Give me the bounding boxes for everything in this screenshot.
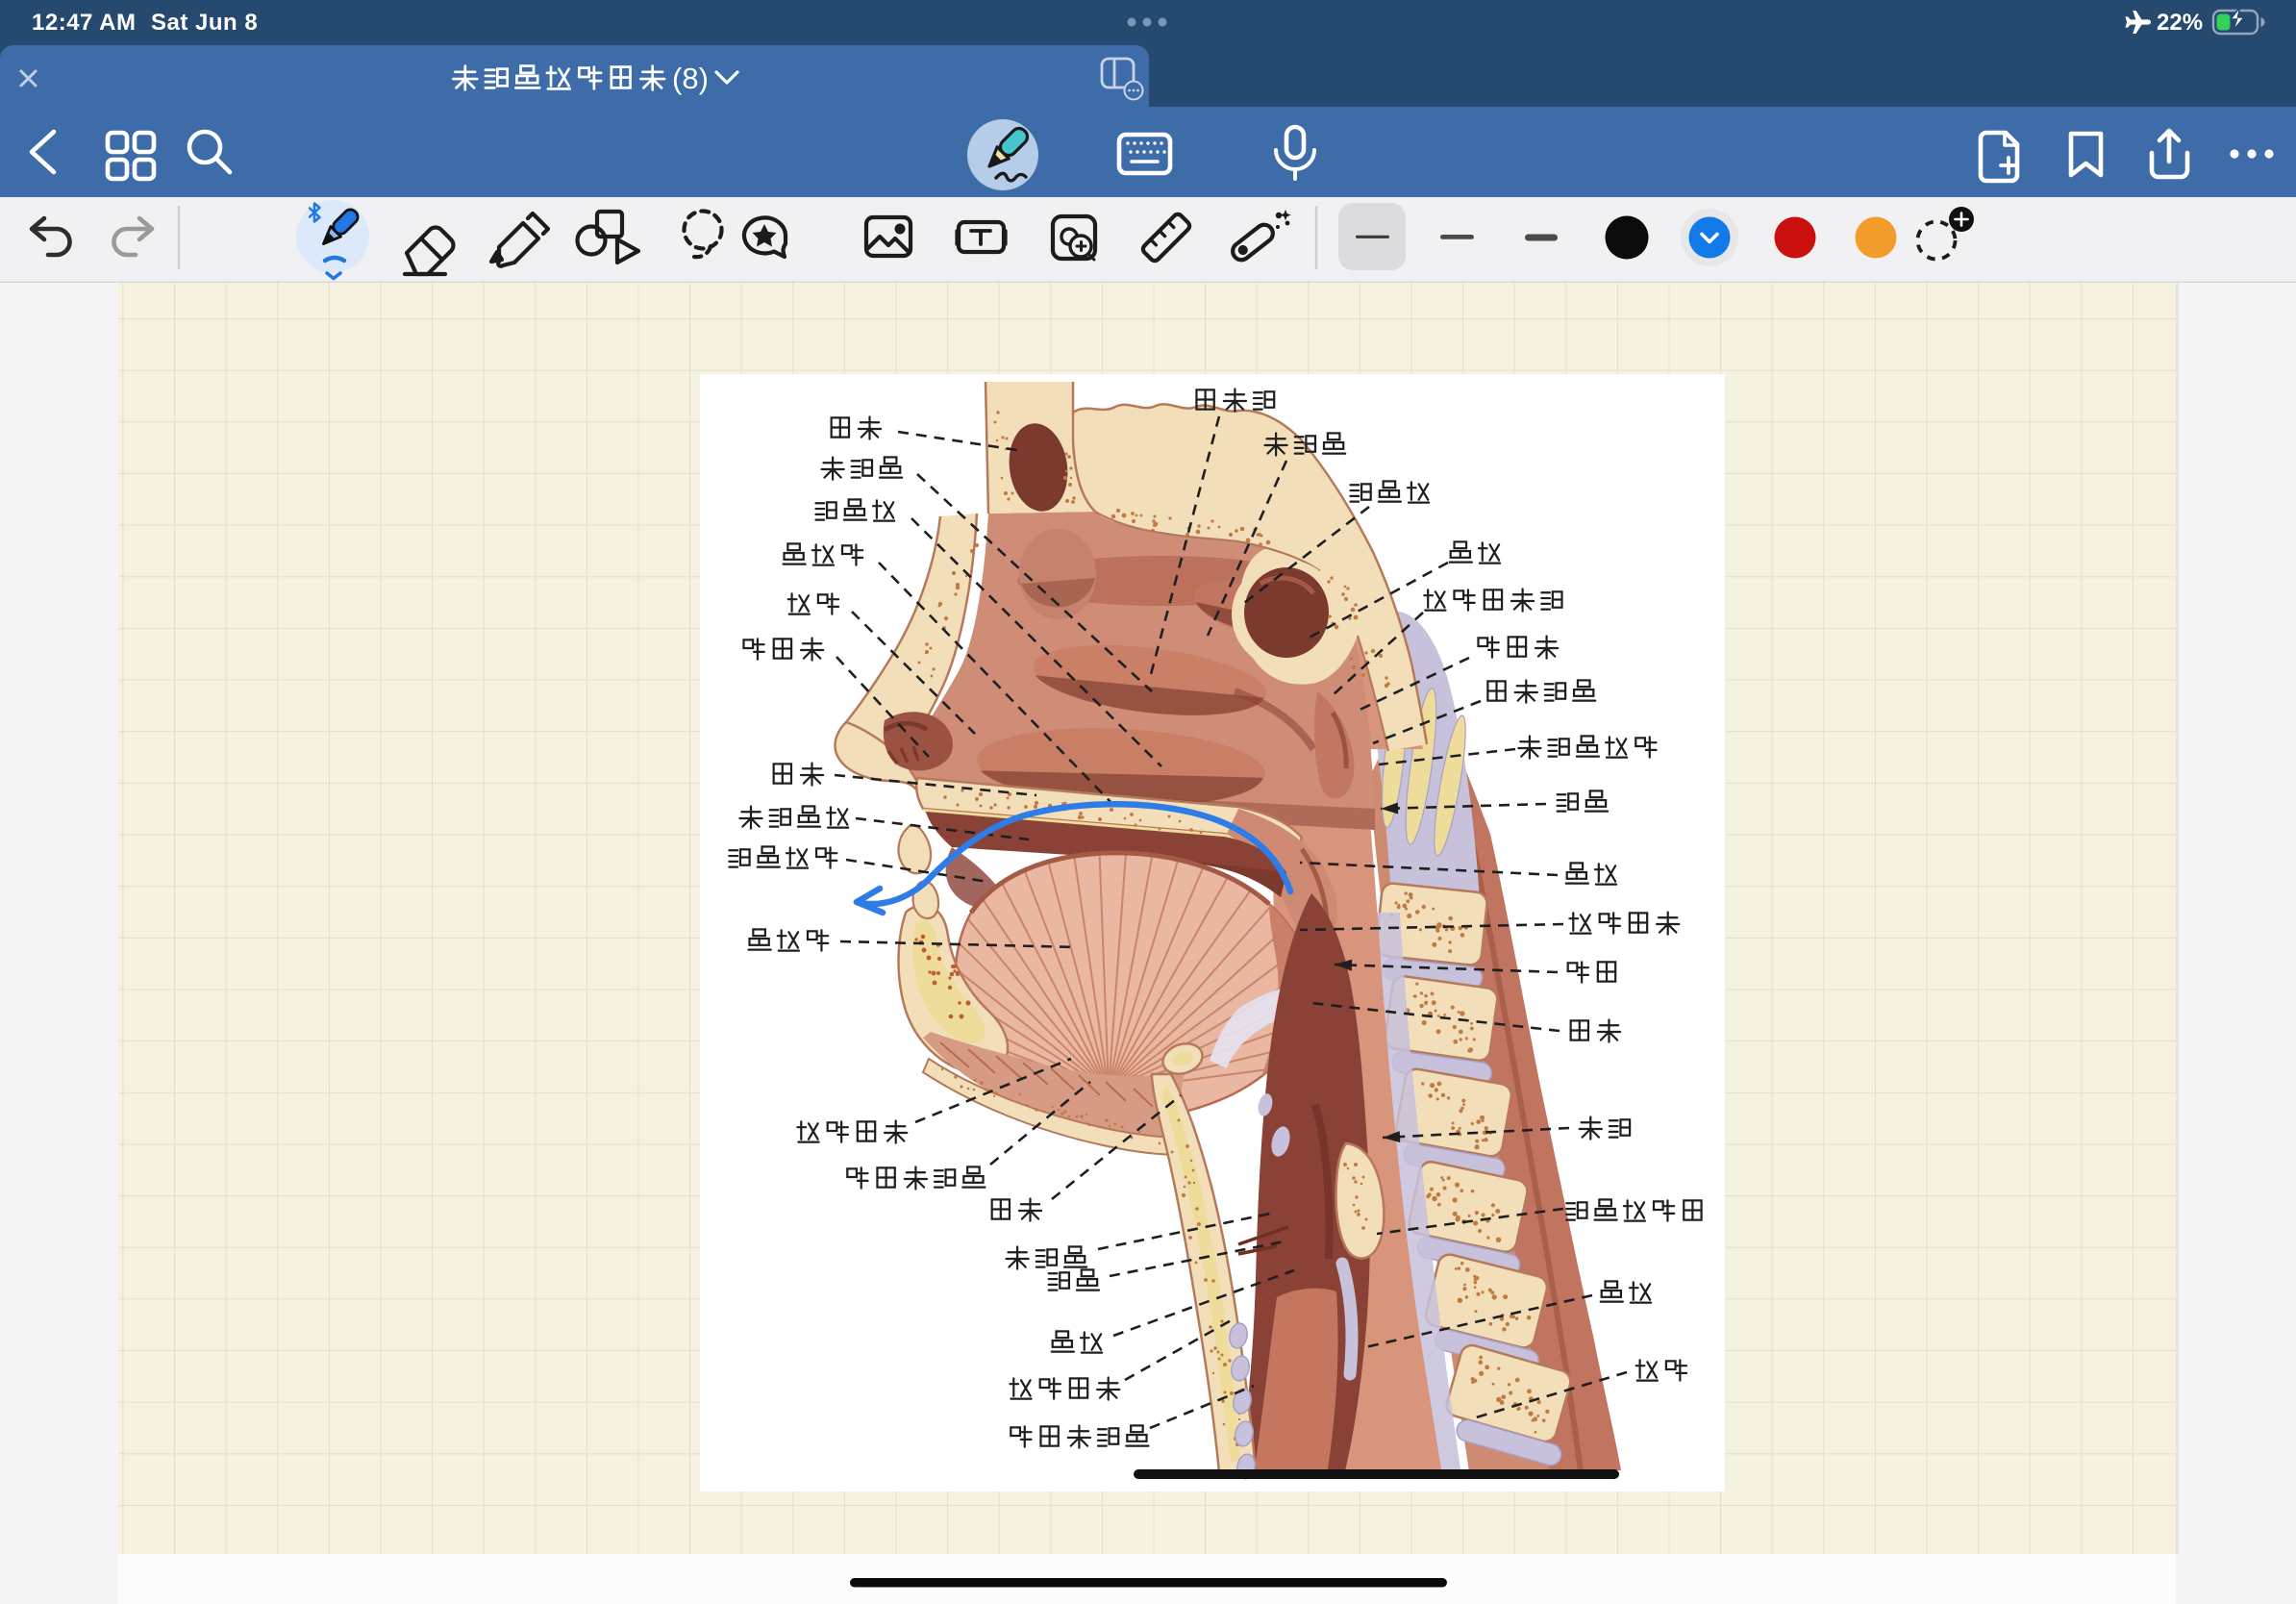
svg-text:12:47 AM: 12:47 AM [32, 10, 136, 36]
svg-text:Sat Jun 8: Sat Jun 8 [151, 10, 258, 36]
svg-text:22%: 22% [2157, 10, 2203, 36]
svg-text:(8): (8) [672, 62, 709, 95]
